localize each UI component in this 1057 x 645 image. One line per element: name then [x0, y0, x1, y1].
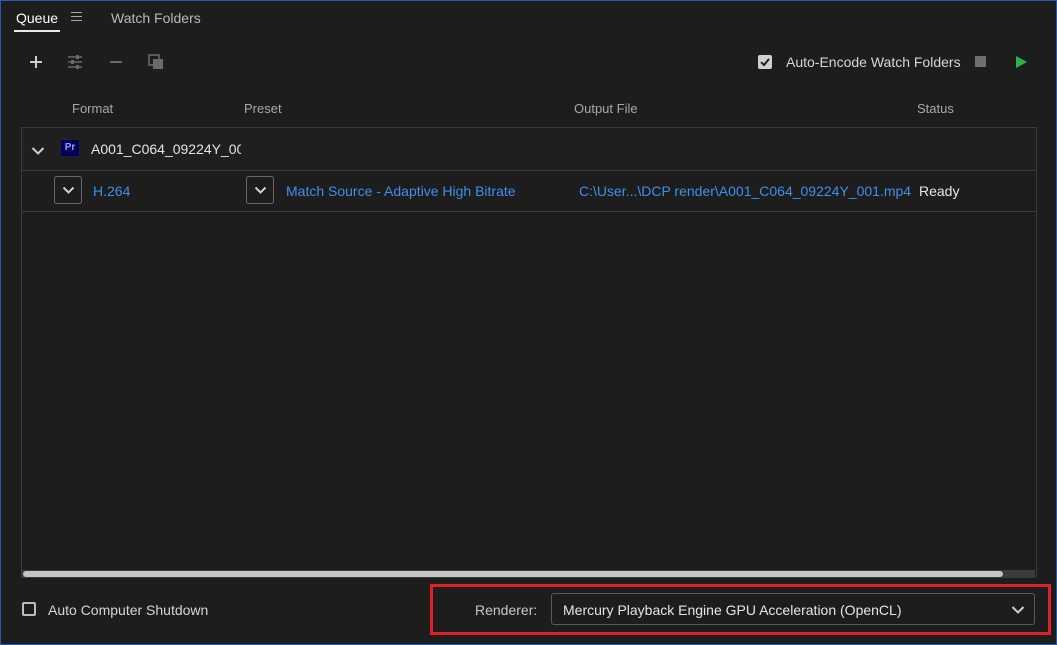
collapse-toggle[interactable] — [31, 143, 45, 161]
start-queue-button[interactable] — [1014, 55, 1028, 74]
chevron-down-icon — [62, 186, 75, 194]
preset-dropdown-button[interactable] — [246, 176, 274, 204]
scrollbar-thumb[interactable] — [23, 571, 1003, 577]
queue-list: Pr A001_C064_09224Y_001 H.264 Match Sour… — [21, 127, 1037, 578]
minus-icon — [110, 61, 122, 63]
media-encoder-queue-panel: Queue Watch Folders Auto-Encode Watch Fo… — [0, 0, 1057, 645]
checkmark-icon — [760, 58, 770, 67]
tab-queue[interactable]: Queue — [14, 10, 61, 32]
panel-menu-icon[interactable] — [71, 12, 82, 22]
renderer-label: Renderer: — [475, 602, 538, 618]
chevron-down-icon — [1011, 606, 1025, 614]
auto-encode-checkbox[interactable] — [758, 55, 772, 69]
remove-button[interactable] — [106, 52, 126, 72]
auto-shutdown-checkbox[interactable] — [22, 602, 36, 616]
source-name: A001_C064_09224Y_001 — [91, 141, 241, 157]
add-source-button[interactable] — [26, 52, 46, 72]
renderer-value: Mercury Playback Engine GPU Acceleration… — [563, 602, 902, 618]
stop-queue-button[interactable] — [975, 56, 986, 67]
queue-item-row[interactable]: H.264 Match Source - Adaptive High Bitra… — [22, 171, 1036, 212]
format-dropdown-button[interactable] — [54, 176, 82, 204]
plus-icon — [30, 56, 42, 68]
duplicate-icon — [148, 54, 163, 69]
tab-watch-folders[interactable]: Watch Folders — [111, 10, 201, 26]
chevron-down-icon — [31, 147, 45, 155]
duplicate-button[interactable] — [146, 52, 166, 72]
tab-queue-label: Queue — [16, 10, 59, 26]
tab-active-underline — [14, 30, 61, 32]
column-header-output[interactable]: Output File — [574, 101, 638, 116]
chevron-down-icon — [254, 186, 267, 194]
tab-watch-folders-label: Watch Folders — [111, 10, 201, 26]
sliders-icon — [68, 55, 82, 69]
play-icon — [1016, 56, 1027, 68]
column-header-format[interactable]: Format — [72, 101, 113, 116]
status-text: Ready — [919, 183, 960, 199]
renderer-select[interactable]: Mercury Playback Engine GPU Acceleration… — [551, 593, 1035, 625]
horizontal-scrollbar[interactable] — [21, 570, 1035, 578]
column-header-status[interactable]: Status — [917, 101, 954, 116]
settings-button[interactable] — [65, 52, 85, 72]
output-file-link[interactable]: C:\User...\DCP render\A001_C064_09224Y_0… — [579, 183, 911, 199]
tab-bar: Queue Watch Folders — [1, 1, 1056, 35]
auto-shutdown-label: Auto Computer Shutdown — [48, 602, 209, 618]
column-header-preset[interactable]: Preset — [244, 101, 282, 116]
preset-link[interactable]: Match Source - Adaptive High Bitrate — [286, 183, 516, 199]
auto-encode-label: Auto-Encode Watch Folders — [786, 54, 961, 70]
queue-group-row[interactable]: Pr A001_C064_09224Y_001 — [22, 128, 1036, 171]
format-link[interactable]: H.264 — [93, 183, 130, 199]
premiere-pro-icon: Pr — [61, 140, 79, 156]
